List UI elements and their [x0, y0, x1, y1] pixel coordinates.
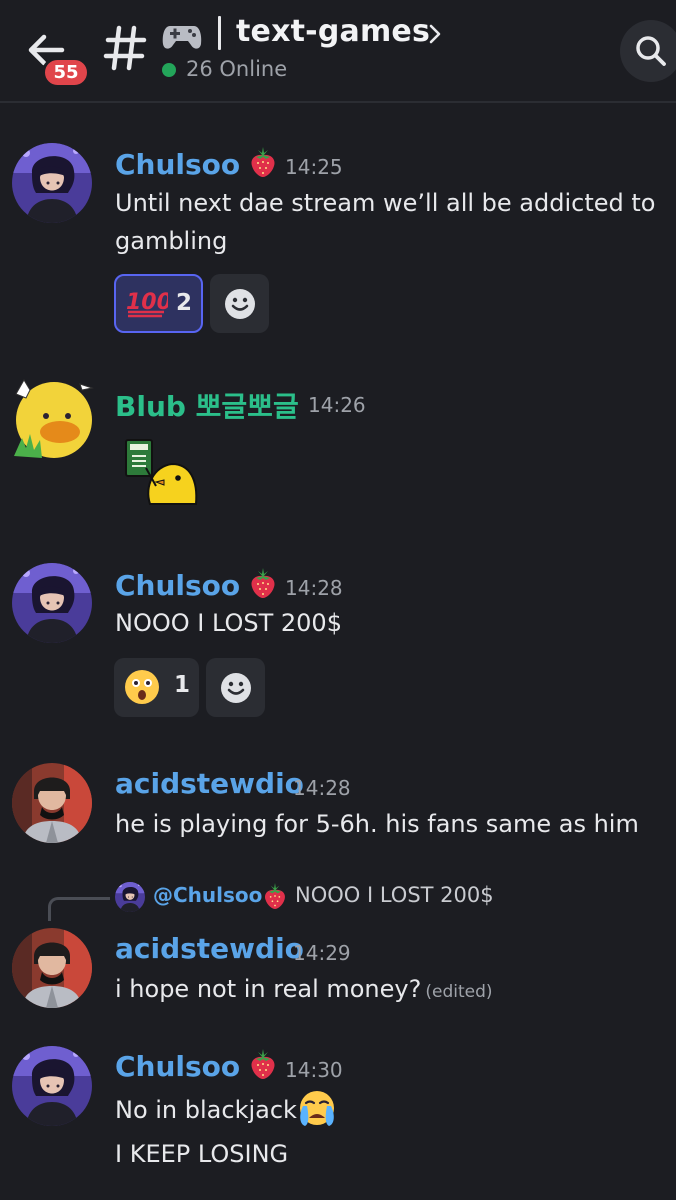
- astonished-face-icon: [125, 670, 159, 704]
- message-author[interactable]: Chulsoo: [115, 1048, 278, 1083]
- 100-icon: 100: [126, 290, 168, 318]
- gamepad-icon: [162, 26, 202, 49]
- edited-label: (edited): [425, 982, 493, 1002]
- search-icon: [636, 36, 666, 66]
- add-reaction-icon: [219, 671, 253, 705]
- online-count: 26 Online: [186, 57, 288, 81]
- reply-avatar-image: [115, 882, 145, 912]
- avatar-chulsoo[interactable]: [12, 143, 92, 223]
- duck-avatar-image: [14, 379, 94, 458]
- avatar-acidstewdio[interactable]: [12, 928, 92, 1008]
- message-author[interactable]: Blub 뽀글뽀글: [115, 385, 299, 425]
- avatar-chulsoo[interactable]: [12, 563, 92, 643]
- unread-count-badge: 55: [42, 57, 90, 88]
- reply-author[interactable]: @Chulsoo: [153, 883, 262, 907]
- message-timestamp: 14:28: [293, 776, 351, 800]
- reply-preview-text[interactable]: NOOO I LOST 200$: [295, 883, 494, 907]
- avatar-blub[interactable]: [12, 376, 94, 458]
- message-text: i hope not in real money? (edited): [115, 970, 660, 1011]
- chick-money-sticker[interactable]: [120, 436, 202, 506]
- search-button[interactable]: [620, 20, 676, 82]
- reply-avatar: [115, 882, 145, 912]
- message-timestamp: 14:30: [285, 1058, 343, 1082]
- reaction-astonished[interactable]: 1: [114, 658, 199, 717]
- crying-face-icon: [299, 1091, 334, 1126]
- message-text: No in blackjack: [115, 1088, 660, 1129]
- strawberry-icon: [248, 567, 278, 599]
- reply-connector: [48, 897, 110, 921]
- strawberry-icon: [248, 1048, 278, 1080]
- message-timestamp: 14:25: [285, 155, 343, 179]
- user-avatar-image: [12, 928, 92, 1008]
- add-reaction-icon: [223, 287, 257, 321]
- add-reaction-button[interactable]: [210, 274, 269, 333]
- message-author[interactable]: Chulsoo: [115, 146, 278, 181]
- message-text: Until next dae stream we’ll all be addic…: [115, 189, 656, 255]
- message-timestamp: 14:29: [293, 941, 351, 965]
- strawberry-icon: [262, 882, 288, 910]
- user-avatar-image: [12, 143, 92, 223]
- online-status-dot: [162, 63, 176, 77]
- chevron-right-icon[interactable]: [428, 24, 442, 44]
- message-author[interactable]: acidstewdio: [115, 932, 304, 965]
- author-name: Chulsoo: [115, 569, 241, 602]
- reaction-100[interactable]: 100 2: [114, 274, 203, 333]
- author-name: Chulsoo: [115, 148, 241, 181]
- user-avatar-image: [12, 763, 92, 843]
- message-text-line2: I KEEP LOSING: [115, 1140, 289, 1168]
- message-timestamp: 14:28: [285, 576, 343, 600]
- message-timestamp: 14:26: [308, 393, 366, 417]
- message-body: i hope not in real money?: [115, 975, 422, 1003]
- message-author[interactable]: acidstewdio: [115, 767, 304, 800]
- avatar-chulsoo[interactable]: [12, 1046, 92, 1126]
- avatar-acidstewdio[interactable]: [12, 763, 92, 843]
- add-reaction-button[interactable]: [206, 658, 265, 717]
- channel-name[interactable]: text-games: [236, 14, 430, 49]
- user-avatar-image: [12, 1046, 92, 1126]
- strawberry-icon: [248, 146, 278, 178]
- author-name: Chulsoo: [115, 1050, 241, 1083]
- message-body: No in blackjack: [115, 1096, 297, 1124]
- message-text: he is playing for 5-6h. his fans same as…: [115, 810, 639, 838]
- reaction-count: 2: [176, 290, 193, 316]
- channel-name-divider: [218, 16, 221, 50]
- reaction-count: 1: [174, 672, 191, 698]
- user-avatar-image: [12, 563, 92, 643]
- message-author[interactable]: Chulsoo: [115, 567, 278, 602]
- hash-icon: [103, 25, 147, 71]
- message-text: NOOO I LOST 200$: [115, 609, 342, 637]
- channel-header: 55 text-games 26 Online: [0, 0, 676, 103]
